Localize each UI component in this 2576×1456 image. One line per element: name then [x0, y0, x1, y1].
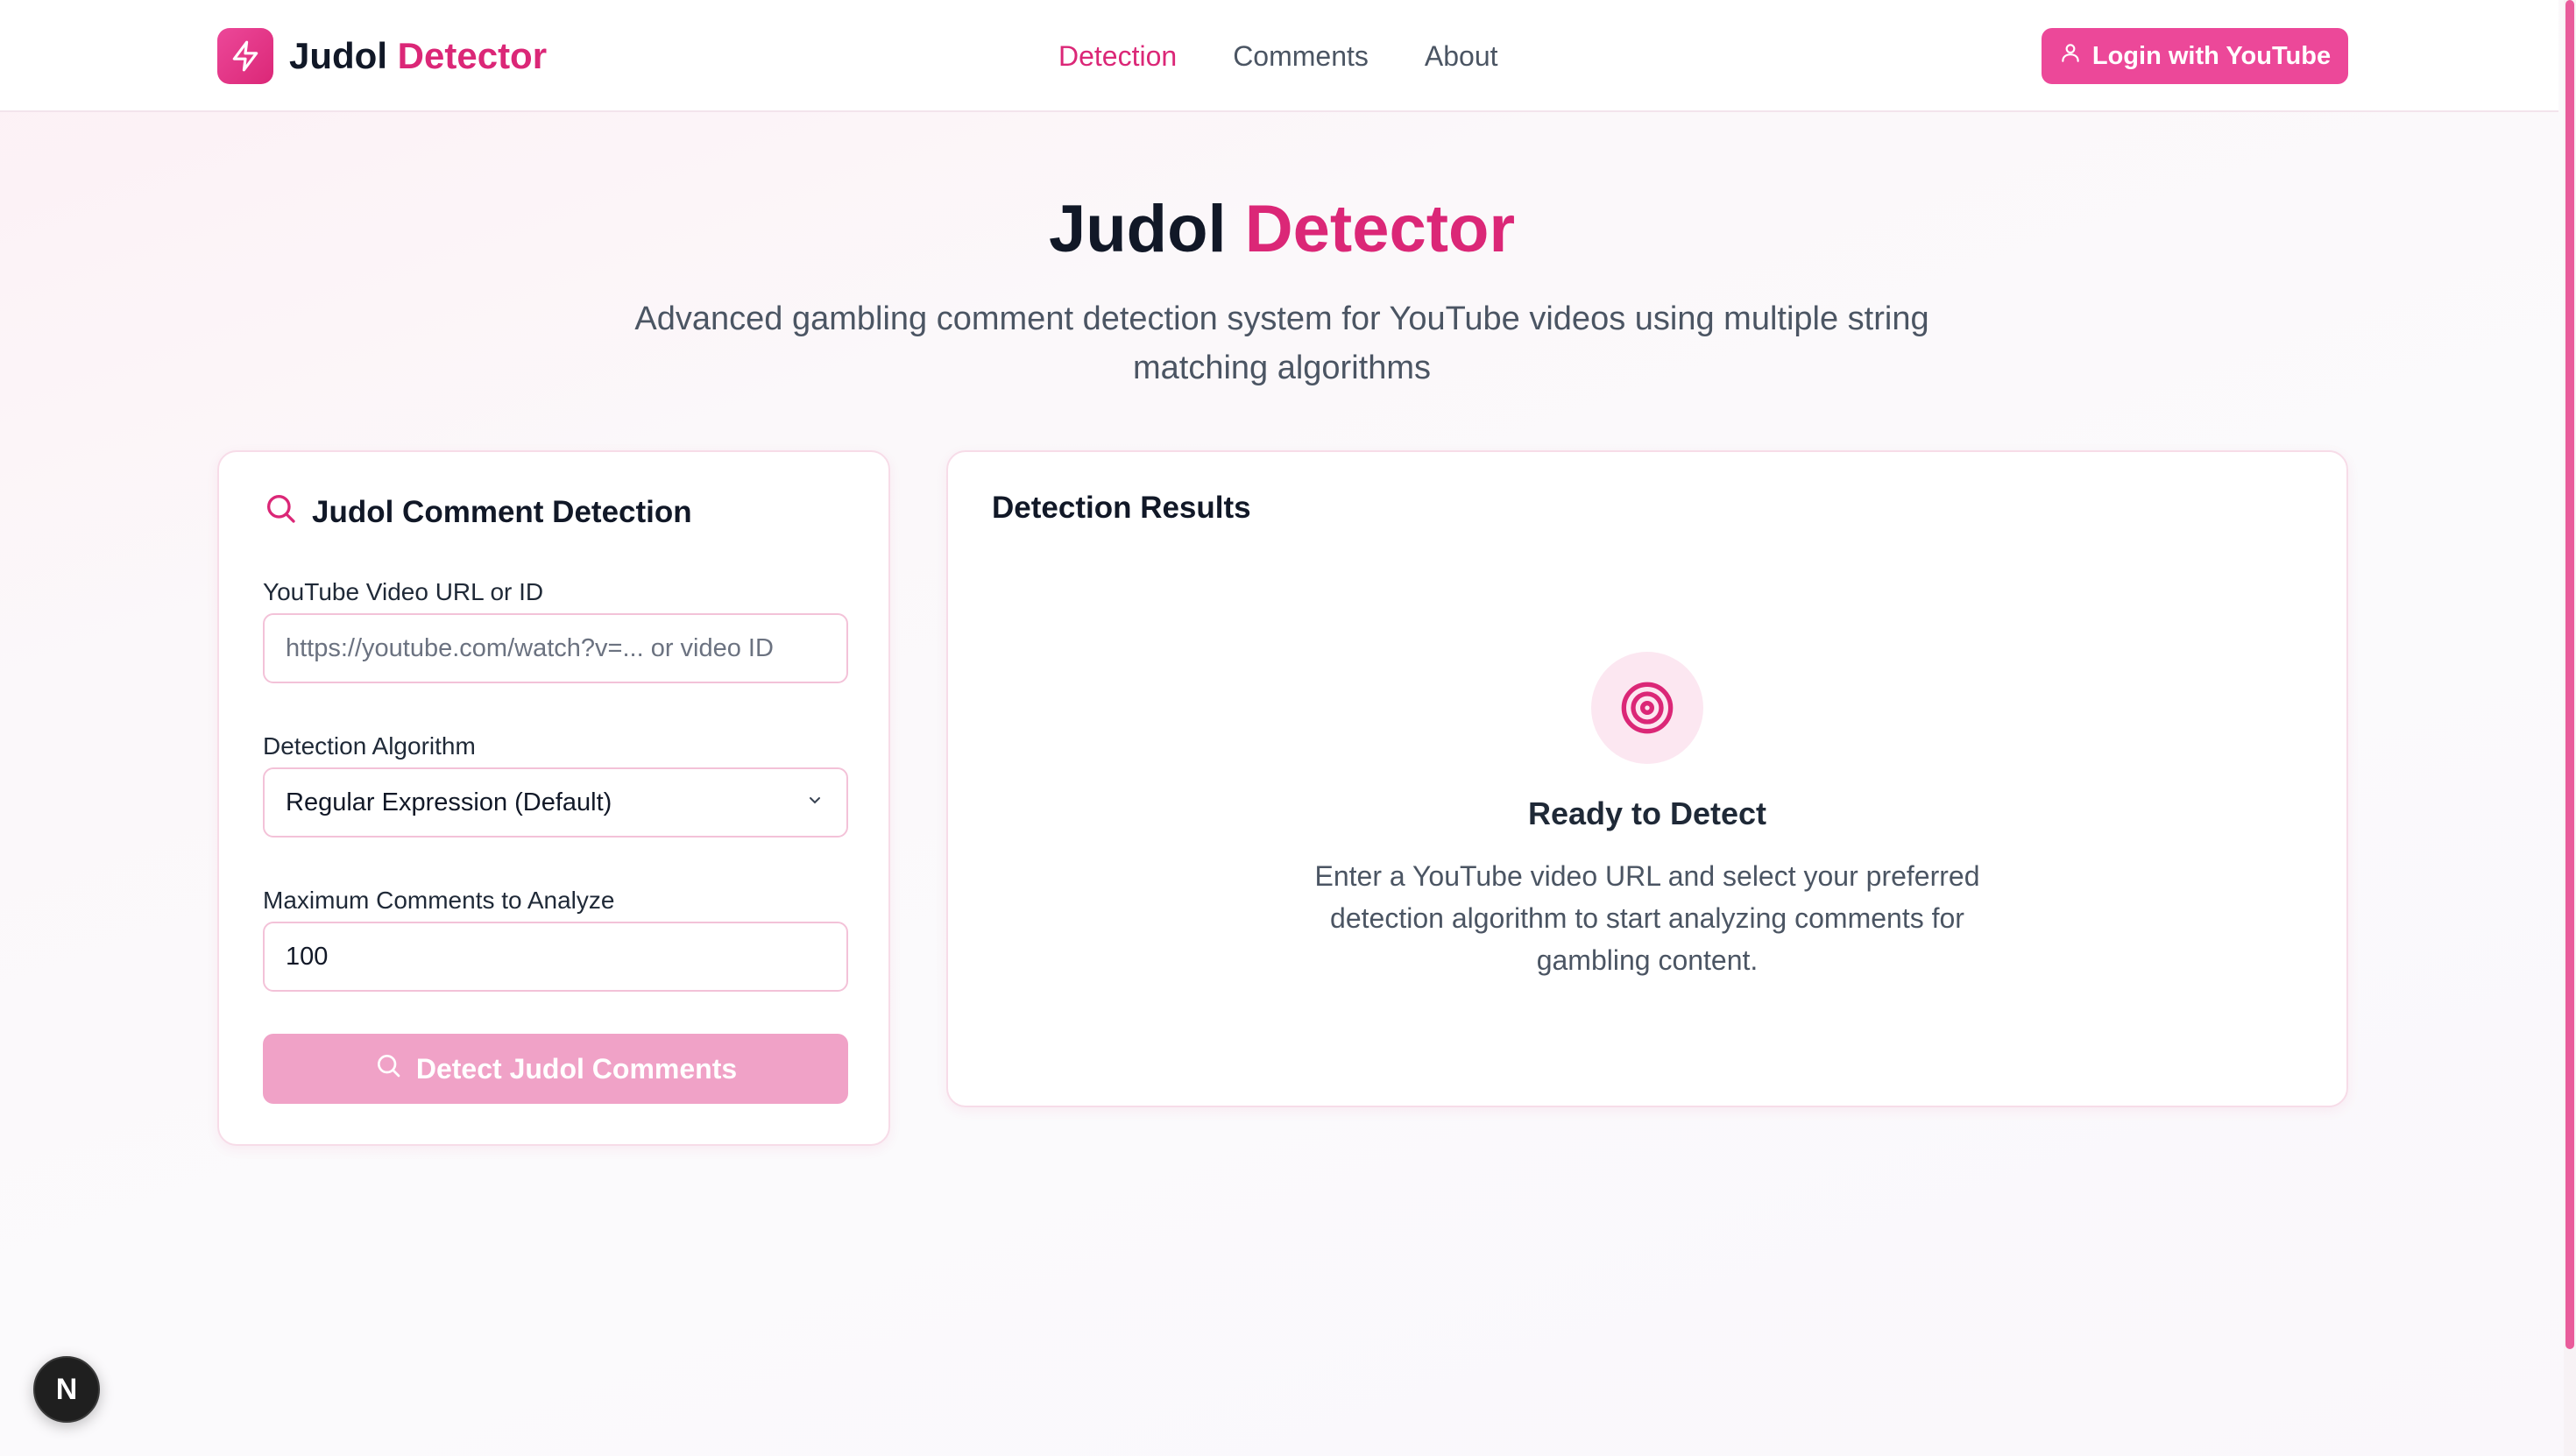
detection-results-card: Detection Results Ready to Detect Enter …: [946, 450, 2348, 1107]
dev-tools-badge[interactable]: N: [33, 1356, 100, 1423]
search-icon: [374, 1051, 402, 1086]
login-label: Login with YouTube: [2091, 41, 2332, 70]
algorithm-select[interactable]: Regular Expression (Default): [263, 767, 848, 838]
results-title: Detection Results: [992, 491, 1251, 525]
empty-state-title: Ready to Detect: [1527, 795, 1767, 831]
chevron-down-icon: [804, 788, 825, 817]
detect-comments-button[interactable]: Detect Judol Comments: [263, 1034, 848, 1104]
detection-form-card: Judol Comment Detection YouTube Video UR…: [217, 450, 890, 1146]
max-comments-label: Maximum Comments to Analyze: [263, 887, 615, 914]
lightning-bolt-icon: [217, 28, 273, 84]
main-nav: Detection Comments About: [1058, 33, 1498, 79]
detect-button-label: Detect Judol Comments: [415, 1052, 738, 1085]
user-icon: [2059, 41, 2082, 71]
page-title: Judol Detector: [0, 191, 2564, 267]
detection-form-title: Judol Comment Detection: [312, 494, 692, 529]
brand-name-accent: Detector: [397, 35, 548, 76]
brand-logo[interactable]: Judol Detector: [217, 28, 547, 84]
search-icon: [263, 491, 298, 534]
nav-about[interactable]: About: [1425, 33, 1498, 79]
login-youtube-button[interactable]: Login with YouTube: [2042, 28, 2348, 84]
video-url-label: YouTube Video URL or ID: [263, 578, 544, 605]
dev-badge-label: N: [55, 1372, 78, 1406]
algorithm-selected-value: Regular Expression (Default): [286, 788, 612, 816]
nav-detection[interactable]: Detection: [1058, 33, 1177, 79]
algorithm-label: Detection Algorithm: [263, 732, 476, 760]
nav-comments[interactable]: Comments: [1233, 33, 1369, 79]
scrollbar-thumb[interactable]: [2565, 0, 2574, 1349]
target-icon: [1591, 652, 1703, 764]
video-url-input[interactable]: [263, 613, 848, 683]
top-navbar: Judol Detector Detection Comments About …: [0, 0, 2558, 112]
page-subtitle: Advanced gambling comment detection syst…: [634, 300, 1929, 386]
page-title-main: Judol: [1048, 192, 1227, 266]
brand-name: Judol Detector: [289, 35, 548, 76]
max-comments-input[interactable]: [263, 922, 848, 992]
empty-state-description: Enter a YouTube video URL and select you…: [1314, 860, 1980, 976]
detection-form-header: Judol Comment Detection: [263, 491, 692, 534]
page-title-accent: Detector: [1244, 192, 1516, 266]
